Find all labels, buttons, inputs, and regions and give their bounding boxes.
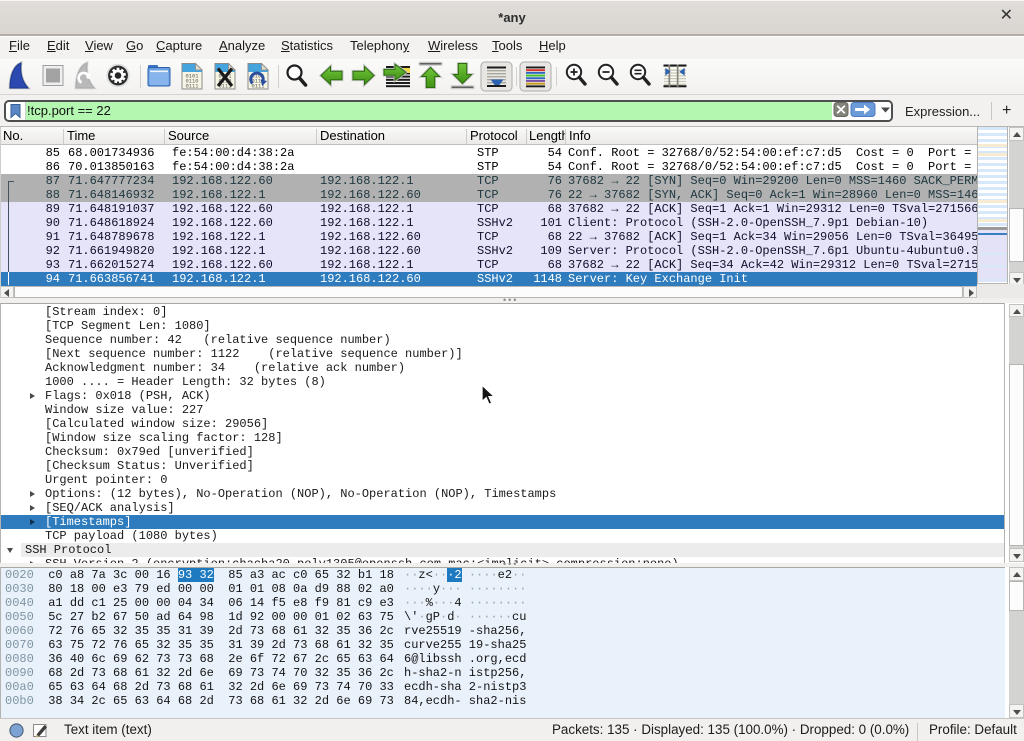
svg-text:0111: 0111 <box>186 84 199 90</box>
